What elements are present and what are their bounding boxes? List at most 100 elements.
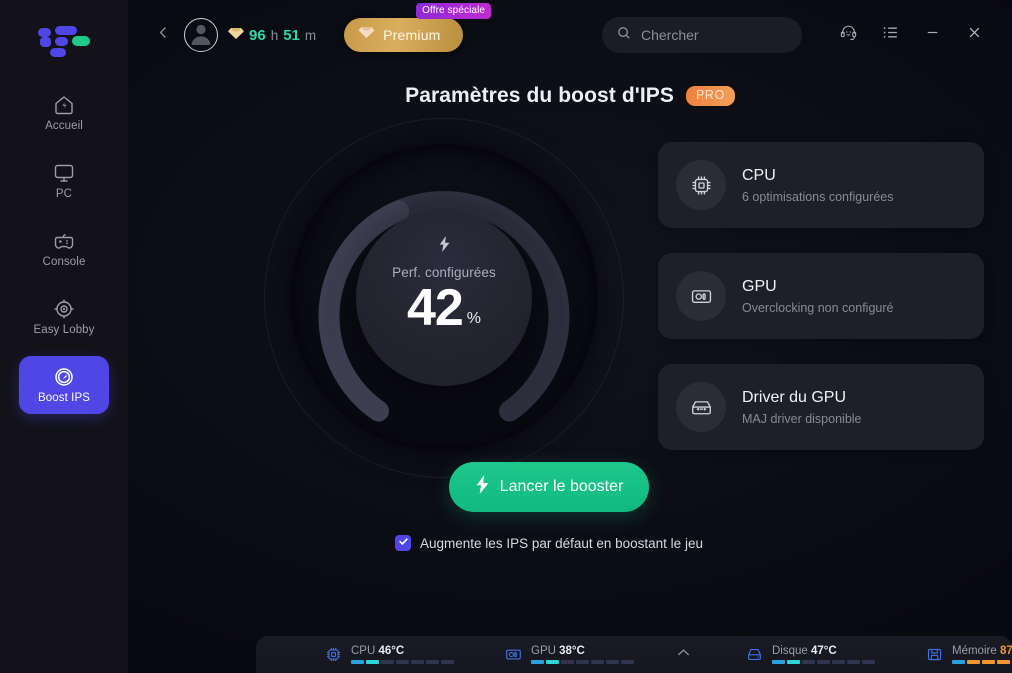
status-stat-line: Disque 47°C [772,645,875,657]
playtime-minutes-unit: m [304,27,317,43]
status-bar-segment [982,660,995,664]
memory-icon [925,645,944,664]
support-button[interactable] [830,17,866,53]
playtime-minutes: 51 [283,26,300,44]
status-bar-segment [606,660,619,664]
minimize-icon [923,23,942,47]
status-stat-line: Mémoire 87% [952,645,1012,657]
status-bar-segment [576,660,589,664]
list-icon [881,23,900,47]
playtime-indicator: 96 h 51 m [228,27,316,44]
page-title: Paramètres du boost d'IPS [405,84,674,107]
card-gpu[interactable]: GPU Overclocking non configuré [658,253,984,339]
search-icon [616,25,632,46]
gauge-icon [52,365,76,389]
sidebar-item-pc[interactable]: PC [19,152,109,210]
status-bar-segment [862,660,875,664]
cpu-chip-icon [324,645,343,664]
status-bar-segment [411,660,424,664]
headset-icon [839,23,858,47]
status-stat-disk[interactable]: Disque 47°C [735,645,915,664]
card-gpu-driver[interactable]: Driver du GPU MAJ driver disponible [658,364,984,450]
status-bar-segment [396,660,409,664]
auto-boost-checkbox-row[interactable]: Augmente les IPS par défaut en boostant … [395,535,703,551]
status-stat-name: Mémoire [952,645,997,657]
gpu-card-icon [676,271,726,321]
avatar[interactable] [184,18,218,52]
close-button[interactable] [956,17,992,53]
card-subtitle: Overclocking non configuré [742,300,894,315]
sidebar-item-accueil[interactable]: Accueil [19,84,109,142]
card-cpu[interactable]: CPU 6 optimisations configurées [658,142,984,228]
target-icon [52,297,76,321]
status-stat-bars [772,660,875,664]
menu-button[interactable] [872,17,908,53]
gamepad-icon [52,229,76,253]
card-title: Driver du GPU [742,388,847,406]
status-bar-segment [546,660,559,664]
auto-boost-label: Augmente les IPS par défaut en boostant … [420,535,703,551]
status-stat-value: 47°C [811,645,837,657]
sidebar-item-label: Boost IPS [37,392,91,405]
check-icon [398,534,409,552]
performance-gauge: Perf. configurées 42 % [264,118,624,478]
search-input[interactable] [641,27,788,43]
close-icon [965,23,984,47]
card-text: GPU Overclocking non configuré [742,278,893,315]
premium-label: Premium [383,27,441,43]
card-title: GPU [742,277,777,295]
launch-booster-button[interactable]: Lancer le booster [449,462,649,512]
status-stat-cpu[interactable]: CPU 46°C [314,645,494,664]
status-bar-segment [351,660,364,664]
status-stat-memory[interactable]: Mémoire 87% [915,645,1012,664]
status-stat-bars [531,660,634,664]
user-avatar-icon [186,19,216,51]
status-bar-segment [561,660,574,664]
sidebar-item-console[interactable]: Console [19,220,109,278]
status-bar-segment [441,660,454,664]
status-bar-segment [426,660,439,664]
special-offer-badge: Offre spéciale [416,3,492,19]
search-box[interactable] [602,17,802,53]
gauge-value: 42 [406,279,464,337]
sidebar-item-boost-ips[interactable]: Boost IPS [19,356,109,414]
minimize-button[interactable] [914,17,950,53]
logo-icon [0,0,128,72]
status-bar-segment [952,660,965,664]
premium-button[interactable]: Premium Offre spéciale [344,3,492,52]
cpu-chip-icon [676,160,726,210]
auto-boost-checkbox[interactable] [395,534,412,552]
status-stat-value: 46°C [378,645,405,657]
gem-icon [228,27,244,44]
status-stat-body: CPU 46°C [351,645,454,664]
pro-badge: PRO [686,86,735,106]
status-bar-segment [997,660,1010,664]
gauge-panel: Perf. configurées 42 % [138,108,658,508]
status-right-group: Disque 47°C Mémoire 87 [693,645,1012,664]
sidebar-item-easy-lobby[interactable]: Easy Lobby [19,288,109,346]
sidebar-item-label: PC [55,188,73,201]
status-bar-segment [787,660,800,664]
sidebar-item-label: Easy Lobby [33,324,95,337]
card-subtitle: 6 optimisations configurées [742,189,894,204]
chevron-up-icon [674,643,693,667]
app-window: Accueil PC Console Easy Lobby Boost IPS … [0,0,1012,673]
status-collapse-button[interactable] [674,643,693,667]
card-text: CPU 6 optimisations configurées [742,167,893,204]
status-bar-segment [531,660,544,664]
page-header: Paramètres du boost d'IPS PRO [128,84,1012,108]
boost-actions: Lancer le booster Augmente les IPS par d… [128,462,1012,551]
status-stat-body: Disque 47°C [772,645,875,664]
gpu-card-icon [504,645,523,664]
back-button[interactable] [150,22,176,48]
status-bar: CPU 46°C GPU 38°C Disque 47°C Mémoire 87 [256,636,1012,673]
playtime-hours: 96 [249,26,266,44]
launch-booster-label: Lancer le booster [499,478,624,495]
status-stat-name: Disque [772,645,808,657]
driver-box-icon [676,382,726,432]
topbar: 96 h 51 m Premium Offre spéciale [128,0,1012,70]
status-stat-gpu[interactable]: GPU 38°C [494,645,674,664]
gauge-unit: % [466,310,482,327]
status-bar-segment [591,660,604,664]
card-title: CPU [742,166,776,184]
